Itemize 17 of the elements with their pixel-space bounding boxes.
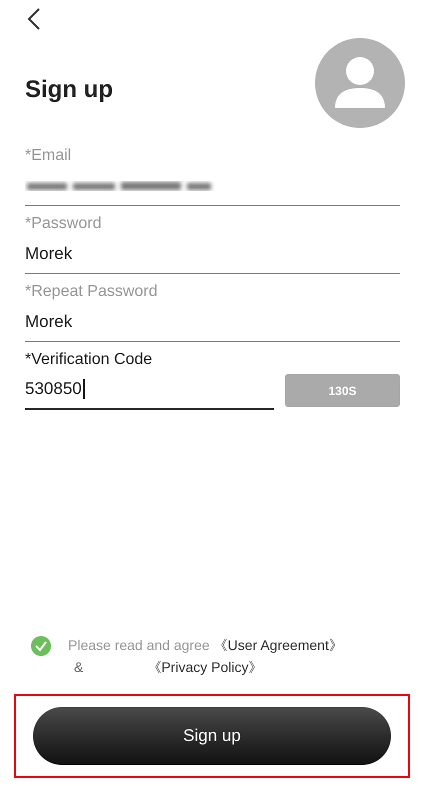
field-label: *Repeat Password: [25, 282, 159, 302]
agreement-text: Please read and agree: [68, 636, 210, 655]
ampersand-text: &: [74, 658, 84, 677]
field-label: *Email: [25, 146, 72, 166]
agreement-link[interactable]: 《User Agreement》: [214, 634, 343, 656]
field-label: *Verification Code: [25, 350, 154, 370]
text-cursor: [82, 379, 85, 399]
password-field[interactable]: Morek: [25, 234, 400, 274]
password-field[interactable]: Morek: [25, 302, 400, 342]
sign-up-button[interactable]: Sign up: [33, 707, 391, 765]
checkbox[interactable]: [31, 636, 51, 656]
avatar-icon[interactable]: [315, 38, 405, 128]
agreement-link[interactable]: 《Privacy Policy》: [147, 656, 262, 678]
back-icon[interactable]: [27, 8, 41, 30]
page-title: Sign up: [25, 75, 113, 105]
field-label: *Password: [25, 214, 102, 234]
code-field[interactable]: 530850: [25, 370, 274, 410]
